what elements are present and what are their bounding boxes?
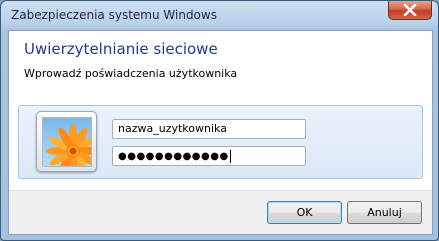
dialog-heading: Uwierzytelnianie sieciowe xyxy=(24,40,218,58)
user-avatar xyxy=(36,111,97,172)
flower-avatar-icon xyxy=(42,117,92,167)
close-icon xyxy=(403,4,417,16)
cancel-button[interactable]: Anuluj xyxy=(347,201,422,224)
ok-button[interactable]: OK xyxy=(267,201,342,224)
credential-tile: nazwa_uzytkownika ●●●●●●●●●●●● xyxy=(18,105,423,179)
close-button[interactable] xyxy=(388,1,432,20)
button-bar: OK Anuluj xyxy=(9,190,432,234)
dialog-window: Zabezpieczenia systemu Windows Uwierzyte… xyxy=(0,0,439,241)
dialog-subheading: Wprowadź poświadczenia użytkownika xyxy=(24,67,238,80)
dialog-body: Uwierzytelnianie sieciowe Wprowadź poświ… xyxy=(8,30,433,235)
username-field[interactable]: nazwa_uzytkownika xyxy=(112,119,306,139)
text-caret xyxy=(229,149,231,163)
password-mask: ●●●●●●●●●●●● xyxy=(118,151,229,162)
password-field[interactable]: ●●●●●●●●●●●● xyxy=(112,146,306,166)
window-title: Zabezpieczenia systemu Windows xyxy=(11,8,217,22)
